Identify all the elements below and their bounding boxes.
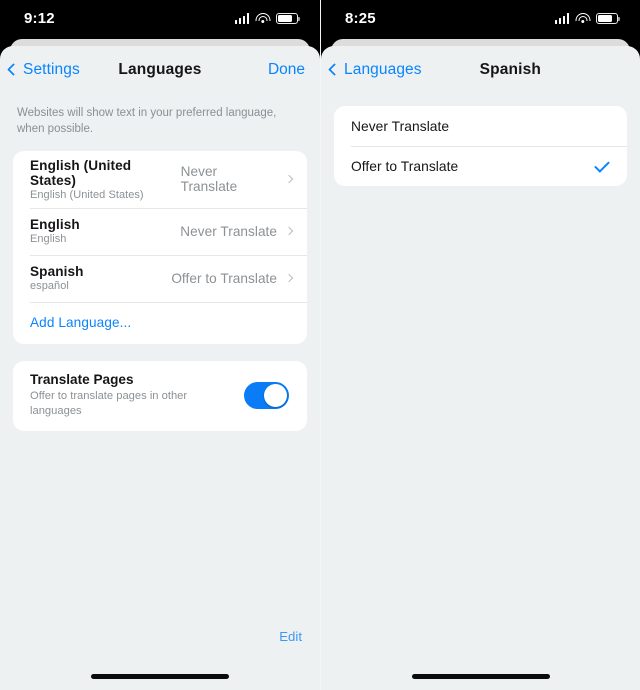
back-button-label: Settings [23, 60, 80, 78]
language-native-name: español [30, 280, 69, 293]
content-left: Websites will show text in your preferre… [0, 93, 320, 431]
wifi-icon [575, 13, 590, 24]
wifi-icon [255, 13, 270, 24]
translate-options-card: Never Translate Offer to Translate [334, 106, 627, 186]
language-name: English (United States) [30, 157, 132, 188]
page-title: Spanish [479, 60, 541, 78]
translate-pages-text: Translate Pages Offer to translate pages… [30, 372, 200, 420]
language-native-name: English [30, 233, 67, 246]
status-icons [234, 13, 300, 24]
content-right: Never Translate Offer to Translate [321, 106, 640, 186]
home-indicator[interactable] [91, 674, 229, 679]
chevron-right-icon [284, 174, 294, 184]
edit-bar: Edit [0, 629, 320, 644]
language-name: Spanish [30, 264, 84, 280]
translate-pages-card: Translate Pages Offer to translate pages… [13, 360, 307, 431]
settings-sheet-left: Settings Languages Done Websites will sh… [0, 46, 320, 690]
language-translate-setting: Never Translate [180, 164, 238, 195]
translate-pages-toggle[interactable] [244, 382, 289, 410]
screen-spanish-translate-setting: 8:25 Languages Spanish Never Translate O… [320, 0, 640, 690]
option-label: Never Translate [351, 118, 450, 134]
languages-description: Websites will show text in your preferre… [17, 107, 277, 136]
language-name: English [30, 217, 80, 233]
list-item[interactable]: Never Translate [334, 106, 627, 146]
language-translate-setting: Offer to Translate [171, 270, 277, 286]
translate-pages-subtitle: Offer to translate pages in other langua… [30, 389, 188, 418]
settings-sheet-right: Languages Spanish Never Translate Offer … [321, 46, 640, 690]
translate-pages-row[interactable]: Translate Pages Offer to translate pages… [13, 361, 307, 431]
back-button-settings[interactable]: Settings [0, 61, 80, 79]
table-row[interactable]: Spanish español Offer to Translate [13, 254, 307, 302]
option-label: Offer to Translate [351, 158, 459, 174]
cellular-signal-icon [554, 13, 569, 24]
list-item[interactable]: Offer to Translate [334, 146, 627, 186]
battery-icon [596, 13, 620, 24]
chevron-left-icon [328, 63, 341, 76]
chevron-right-icon [284, 273, 294, 283]
add-language-label: Add Language... [30, 315, 132, 331]
table-row[interactable]: English (United States) English (United … [13, 151, 307, 208]
toggle-knob [264, 384, 287, 408]
table-row[interactable]: English English Never Translate [13, 207, 307, 255]
back-button-languages[interactable]: Languages [321, 61, 422, 79]
navigation-bar-right: Languages Spanish [321, 46, 640, 93]
status-icons [554, 13, 620, 24]
status-clock: 9:12 [24, 10, 55, 27]
translate-pages-title: Translate Pages [30, 371, 134, 387]
language-row-text: English English [30, 217, 80, 245]
language-translate-setting: Never Translate [180, 223, 277, 239]
language-row-text: English (United States) English (United … [30, 158, 181, 201]
checkmark-icon [594, 156, 610, 173]
back-button-label: Languages [344, 60, 422, 78]
status-bar-right: 8:25 [321, 0, 640, 37]
screen-languages: 9:12 Settings Languages Done Websites wi… [0, 0, 320, 690]
cellular-signal-icon [234, 13, 249, 24]
done-button[interactable]: Done [268, 61, 320, 79]
edit-button[interactable]: Edit [279, 629, 302, 644]
languages-card: English (United States) English (United … [13, 150, 307, 344]
add-language-button[interactable]: Add Language... [13, 301, 307, 344]
chevron-left-icon [7, 63, 20, 76]
status-clock: 8:25 [345, 10, 376, 27]
navigation-bar-left: Settings Languages Done [0, 46, 320, 93]
language-row-text: Spanish español [30, 264, 84, 292]
dual-screen-container: 9:12 Settings Languages Done Websites wi… [0, 0, 640, 690]
battery-icon [276, 13, 300, 24]
chevron-right-icon [284, 226, 294, 236]
language-native-name: English (United States) [30, 188, 144, 201]
status-bar-left: 9:12 [0, 0, 320, 37]
home-indicator[interactable] [411, 674, 550, 679]
